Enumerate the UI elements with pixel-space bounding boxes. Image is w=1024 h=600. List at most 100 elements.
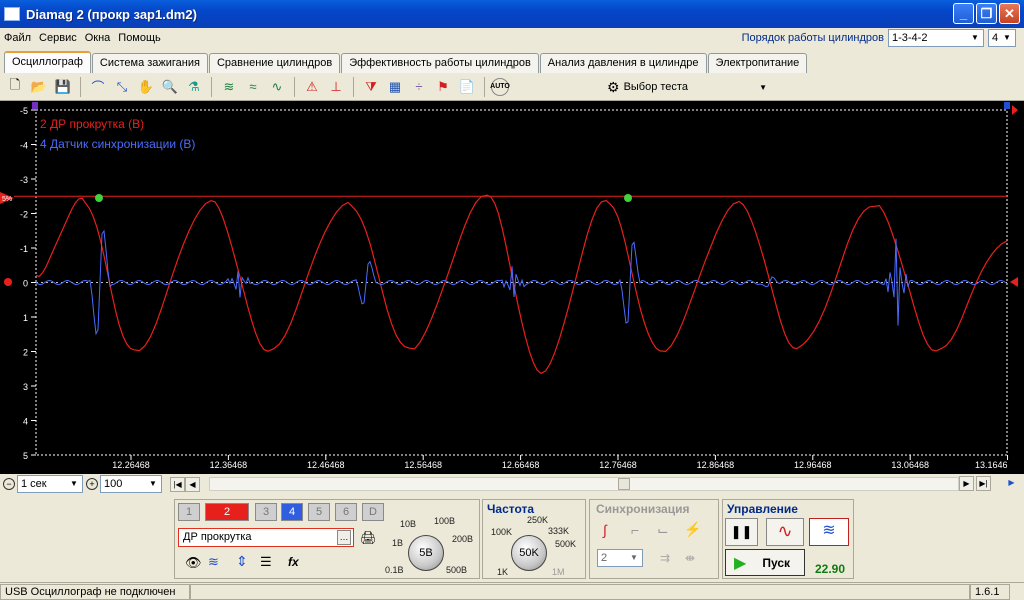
scroll-thumb[interactable] — [618, 478, 630, 490]
test-select[interactable]: ⚙ Выбор теста ▼ — [607, 77, 767, 97]
trigger-shape-icon[interactable]: ⌒ — [87, 76, 109, 98]
waveform-stack-icon[interactable]: ≈ — [242, 76, 264, 98]
pause-button[interactable]: ❚❚ — [725, 518, 758, 546]
channel-name-input[interactable]: ДР прокрутка — [178, 528, 354, 547]
frequency-knob[interactable]: 50K — [511, 535, 547, 571]
save-icon[interactable]: 💾 — [52, 76, 74, 98]
channel-4-button[interactable]: 4 — [281, 503, 303, 521]
math-function-icon[interactable]: fx — [288, 555, 299, 569]
frequency-title: Частота — [487, 502, 535, 516]
auto-mode-icon[interactable]: AUTO — [490, 77, 510, 96]
single-shot-button[interactable]: ∿ — [766, 518, 804, 546]
menu-help[interactable]: Помощь — [114, 32, 165, 44]
chevron-down-icon: ▼ — [1003, 33, 1011, 42]
right-zero-marker[interactable] — [1010, 277, 1018, 287]
zero-offset-icon[interactable]: ⊥ — [325, 76, 347, 98]
zoom-icon[interactable]: 🔍 — [159, 76, 181, 98]
chevron-down-icon: ▼ — [971, 33, 979, 42]
sync-channel-select[interactable]: 2 ▼ — [597, 549, 643, 567]
window-title: Diamag 2 (прокр зар1.dm2) — [26, 6, 197, 22]
channel-6-button[interactable]: 6 — [335, 503, 357, 521]
x-tick-label: 12.76468 — [599, 460, 637, 470]
vertical-position-icon[interactable]: ⇕ — [236, 553, 248, 570]
start-button[interactable]: ▶ Пуск — [725, 549, 805, 576]
split-icon[interactable]: ÷ — [408, 76, 430, 98]
firing-order: Порядок работы цилиндров 1-3-4-2 ▼ 4 ▼ — [742, 28, 1016, 48]
x-tick-label: 13.1646 — [975, 460, 1008, 470]
flag-icon[interactable]: ⚑ — [432, 76, 454, 98]
zero-marker[interactable] — [4, 278, 12, 286]
close-button[interactable]: ✕ — [999, 3, 1020, 24]
channel-2-button[interactable]: 2 — [205, 503, 249, 521]
sync-fall-icon[interactable]: ⌙ — [657, 522, 669, 539]
sync-auto-icon[interactable]: ⚡ — [684, 521, 701, 538]
tab-power-supply[interactable]: Электропитание — [707, 53, 808, 73]
go-start-button[interactable]: |◀ — [170, 476, 185, 492]
channel-3-button[interactable]: 3 — [255, 503, 277, 521]
play-marker-icon[interactable]: ▶ — [1004, 476, 1019, 491]
right-top-marker[interactable] — [1012, 105, 1018, 115]
scroll-right-button[interactable]: ▶ — [959, 476, 974, 491]
y-tick-label: 3 — [23, 382, 28, 392]
zoom-out-icon[interactable]: − — [3, 478, 15, 490]
oscilloscope-display[interactable]: -5 -4 -3 -2 -1 0 1 2 3 4 5 12.26468 12.36468 12.4646… — [0, 101, 1024, 474]
cursor-marker[interactable] — [624, 194, 632, 202]
sync-title: Синхронизация — [596, 502, 690, 516]
probe-icon[interactable]: 🖨 — [360, 530, 377, 546]
voltage-knob[interactable]: 5В — [408, 535, 444, 571]
tab-oscilloscope[interactable]: Осциллограф — [4, 51, 91, 73]
waveform-compress-icon[interactable]: ≋ — [218, 76, 240, 98]
sync-reset-icon[interactable]: ⇼ — [685, 551, 695, 565]
y-tick-label: 5 — [23, 451, 28, 461]
sync-edge-icon[interactable]: ⌐ — [631, 522, 639, 538]
y-tick-label: -2 — [20, 210, 28, 220]
tab-cylinder-efficiency[interactable]: Эффективность работы цилиндров — [341, 53, 539, 73]
scroll-left-button[interactable]: ◀ — [185, 476, 200, 492]
eye-icon[interactable]: 👁 — [185, 555, 202, 571]
filter-icon[interactable]: ⚗ — [183, 76, 205, 98]
y-tick-label: -3 — [20, 175, 28, 185]
waveform-style-icon[interactable]: ≋ — [208, 554, 219, 570]
zoom-in-icon[interactable]: + — [86, 478, 98, 490]
new-file-icon[interactable]: 🗋 — [4, 76, 26, 98]
legend-channel-2: 2 ДР прокрутка (В) — [40, 117, 144, 131]
sync-rising-icon[interactable]: ∫ — [603, 522, 607, 538]
firing-order-select[interactable]: 1-3-4-2 ▼ — [888, 29, 984, 47]
y-tick-label: 4 — [23, 417, 28, 427]
continuous-mode-button[interactable]: ≋ — [809, 518, 849, 546]
version: 1.6.1 — [970, 583, 1010, 600]
open-folder-icon[interactable]: 📂 — [28, 76, 50, 98]
sync-offset-icon[interactable]: ⇉ — [660, 551, 670, 565]
go-end-button[interactable]: ▶| — [976, 476, 991, 491]
time-div-select[interactable]: 1 сек ▼ — [17, 475, 83, 493]
channel-1-button[interactable]: 1 — [178, 503, 200, 521]
waveform-expand-icon[interactable]: ∿ — [266, 76, 288, 98]
grid-icon[interactable]: ▦ — [384, 76, 406, 98]
channel-5-button[interactable]: 5 — [308, 503, 330, 521]
x-tick-label: 12.96468 — [794, 460, 832, 470]
chevron-down-icon: ▼ — [149, 479, 157, 488]
tab-ignition[interactable]: Система зажигания — [91, 53, 208, 73]
x-tick-label: 12.46468 — [307, 460, 345, 470]
chevron-down-icon: ▼ — [630, 553, 638, 562]
report-icon[interactable]: 📄 — [456, 76, 478, 98]
menu-service[interactable]: Сервис — [35, 32, 81, 44]
line-style-icon[interactable]: ☰ — [260, 554, 272, 570]
minimize-button[interactable]: _ — [953, 3, 974, 24]
gear-icon: ⚙ — [607, 78, 620, 95]
channel-name-more-button[interactable]: … — [337, 530, 351, 545]
marker-filter-icon[interactable]: ⧩ — [360, 76, 382, 98]
menu-windows[interactable]: Окна — [81, 32, 115, 44]
hand-pan-icon[interactable]: ✋ — [135, 76, 157, 98]
zoom-select[interactable]: 100 ▼ — [100, 475, 162, 493]
horizontal-scrollbar[interactable] — [209, 477, 959, 491]
channel-d-button[interactable]: D — [362, 503, 384, 521]
cursor-marker[interactable] — [95, 194, 103, 202]
menu-file[interactable]: Файл — [0, 32, 35, 44]
tab-cylinder-compare[interactable]: Сравнение цилиндров — [208, 53, 341, 73]
cylinder-count-select[interactable]: 4 ▼ — [988, 29, 1016, 47]
auto-scale-icon[interactable]: ⚠ — [301, 76, 323, 98]
cursor-measure-icon[interactable]: ⤡ — [111, 76, 133, 98]
tab-pressure-analysis[interactable]: Анализ давления в цилиндре — [539, 53, 707, 73]
maximize-button[interactable]: ❐ — [976, 3, 997, 24]
